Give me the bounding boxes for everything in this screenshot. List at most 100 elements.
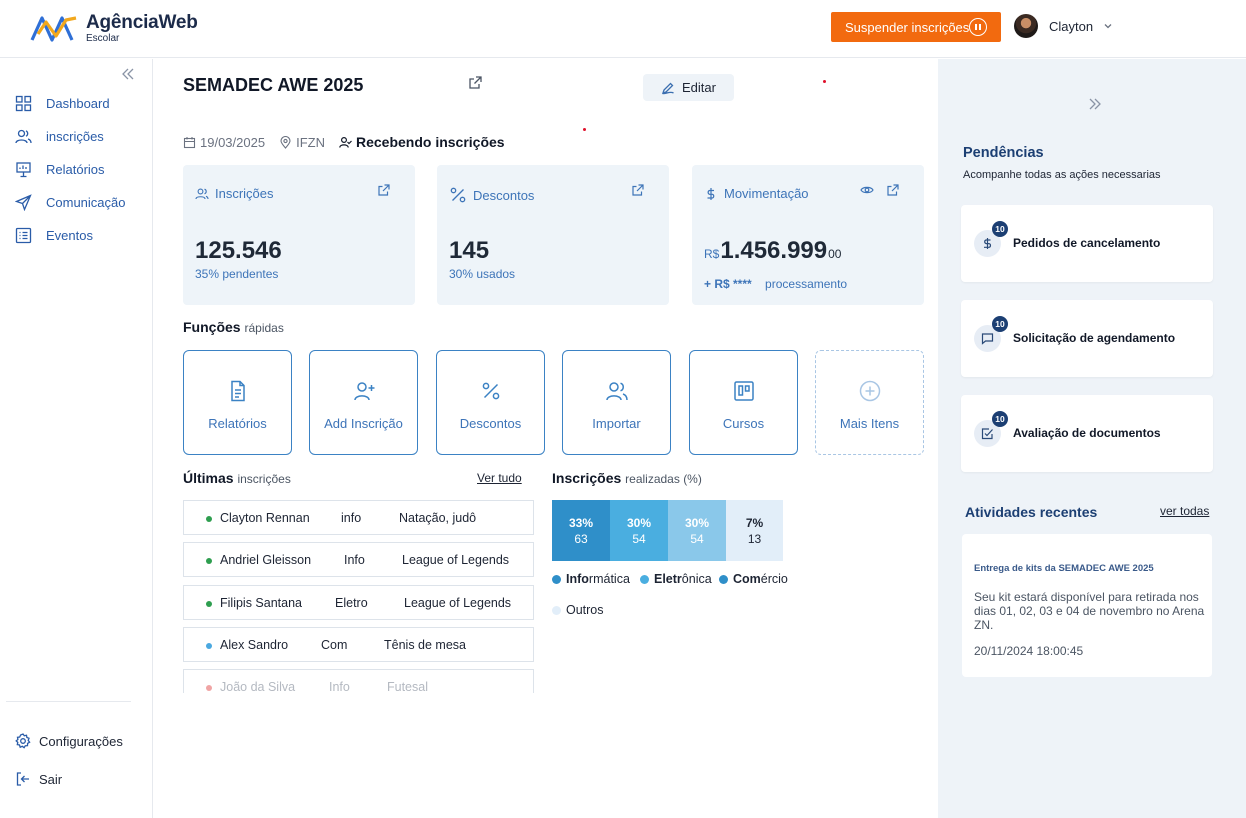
recent-inscriptions-title: Últimas inscrições bbox=[183, 470, 291, 486]
external-link-icon[interactable] bbox=[377, 183, 391, 197]
percent-icon bbox=[450, 187, 466, 203]
section-title-rest: rápidas bbox=[244, 321, 284, 335]
quick-action-importar[interactable]: Importar bbox=[562, 350, 671, 455]
quick-action-add-inscricao[interactable]: Add Inscrição bbox=[309, 350, 418, 455]
pending-item-label: Pedidos de cancelamento bbox=[1013, 236, 1161, 250]
row-activities: Futesal bbox=[387, 680, 428, 694]
sidebar-item-configuracoes[interactable]: Configurações bbox=[15, 731, 123, 751]
quick-action-relatorios[interactable]: Relatórios bbox=[183, 350, 292, 455]
sidebar-item-comunicacao[interactable]: Comunicação bbox=[15, 192, 126, 212]
row-name: Alex Sandro bbox=[220, 638, 289, 652]
sidebar-item-label: Dashboard bbox=[46, 95, 110, 111]
row-course: Com bbox=[321, 638, 348, 652]
stat-value: 145 bbox=[449, 237, 490, 264]
stat-value: 125.546 bbox=[195, 237, 282, 264]
stat-subtext: + R$ **** processamento bbox=[704, 277, 847, 291]
dollar-icon bbox=[707, 187, 715, 200]
section-title-rest: inscrições bbox=[237, 472, 291, 486]
edit-button[interactable]: Editar bbox=[643, 74, 734, 101]
stat-value: R$ 1.456.999 00 bbox=[704, 237, 841, 265]
sidebar-item-inscricoes[interactable]: inscrições bbox=[15, 126, 104, 146]
bar-count-label: 63 bbox=[574, 531, 588, 546]
event-location: IFZN bbox=[296, 134, 325, 150]
pending-item-label: Avaliação de documentos bbox=[1013, 426, 1161, 440]
count-badge: 10 bbox=[992, 411, 1008, 427]
legend-label: ônica bbox=[681, 572, 712, 586]
quick-action-descontos[interactable]: Descontos bbox=[436, 350, 545, 455]
pending-item-cancelamento[interactable]: 10 Pedidos de cancelamento bbox=[961, 205, 1213, 282]
activity-date: 20/11/2024 18:00:45 bbox=[974, 644, 1084, 658]
top-header: AgênciaWeb Escolar Suspender inscrições … bbox=[0, 0, 1246, 58]
marker-dot bbox=[823, 80, 826, 83]
stat-label: Movimentação bbox=[724, 186, 809, 201]
row-name: João da Silva bbox=[220, 680, 296, 694]
event-date: 19/03/2025 bbox=[200, 134, 266, 150]
table-row[interactable]: Filipis Santana Eletro League of Legends bbox=[183, 585, 534, 620]
eye-icon[interactable] bbox=[860, 183, 874, 197]
sidebar-item-eventos[interactable]: Eventos bbox=[15, 225, 93, 245]
legend-item: Outros bbox=[552, 603, 604, 617]
dollar-icon bbox=[984, 238, 991, 249]
activity-body: Seu kit estará disponível para retirada … bbox=[974, 590, 1205, 632]
bar-percent-label: 7% bbox=[745, 515, 764, 530]
calendar-icon bbox=[183, 136, 196, 148]
legend-swatch bbox=[640, 574, 649, 584]
file-text-icon bbox=[231, 380, 245, 402]
table-row[interactable]: Alex Sandro Com Tênis de mesa bbox=[183, 627, 534, 662]
inscriptions-stacked-bar: 33% 63 30% 54 30% 54 7% 13 bbox=[552, 500, 783, 561]
see-all-link[interactable]: Ver tudo bbox=[477, 471, 522, 485]
bar-count-label: 13 bbox=[747, 531, 762, 546]
brand-logo[interactable]: AgênciaWeb Escolar bbox=[30, 12, 198, 44]
table-row[interactable]: João da Silva Info Futesal bbox=[183, 669, 534, 694]
activity-card[interactable]: Entrega de kits da SEMADEC AWE 2025 Seu … bbox=[962, 534, 1212, 677]
bar-percent-label: 33% bbox=[568, 515, 594, 530]
checkbox-icon bbox=[981, 428, 993, 440]
see-all-activities-link[interactable]: ver todas bbox=[1160, 504, 1209, 518]
suspend-label: Suspender inscrições bbox=[845, 19, 970, 35]
marker-dot bbox=[583, 128, 586, 131]
money-cents: 00 bbox=[828, 247, 842, 261]
legend-item: Com ércio bbox=[719, 572, 788, 586]
collapse-sidebar-icon[interactable] bbox=[121, 67, 135, 81]
edit-label: Editar bbox=[682, 80, 716, 95]
expand-panel-icon[interactable] bbox=[1088, 97, 1102, 111]
users-icon bbox=[15, 129, 32, 143]
row-course: info bbox=[341, 511, 362, 525]
pending-item-documentos[interactable]: 10 Avaliação de documentos bbox=[961, 395, 1213, 472]
sidebar-item-dashboard[interactable]: Dashboard bbox=[15, 93, 110, 113]
sidebar-item-relatorios[interactable]: Relatórios bbox=[15, 159, 105, 179]
user-name: Clayton bbox=[1049, 18, 1094, 34]
legend-swatch bbox=[719, 574, 728, 584]
row-name: Clayton Rennan bbox=[220, 511, 310, 525]
legend-swatch bbox=[552, 574, 561, 584]
sidebar-item-label: Sair bbox=[39, 771, 63, 787]
sidebar-item-label: Configurações bbox=[39, 733, 123, 749]
percent-icon bbox=[482, 382, 500, 400]
table-row[interactable]: Clayton Rennan info Natação, judô bbox=[183, 500, 534, 535]
legend-label: ércio bbox=[760, 572, 788, 586]
row-course: Info bbox=[344, 553, 365, 567]
pending-item-agendamento[interactable]: 10 Solicitação de agendamento bbox=[961, 300, 1213, 377]
send-icon bbox=[15, 193, 32, 211]
status-dot bbox=[206, 601, 212, 607]
gear-icon bbox=[15, 733, 31, 749]
table-row[interactable]: Andriel Gleisson Info League of Legends bbox=[183, 542, 534, 577]
sidebar-item-sair[interactable]: Sair bbox=[15, 769, 62, 789]
pending-panel: Pendências Acompanhe todas as ações nece… bbox=[938, 59, 1246, 818]
external-link-icon[interactable] bbox=[886, 183, 900, 197]
count-badge: 10 bbox=[992, 316, 1008, 332]
quick-action-cursos[interactable]: Cursos bbox=[689, 350, 798, 455]
chart-bar-segment: 33% 63 bbox=[552, 500, 610, 561]
sidebar-item-label: inscrições bbox=[46, 128, 104, 144]
logo-mark-icon bbox=[30, 16, 77, 42]
external-link-icon[interactable] bbox=[631, 183, 645, 197]
chart-bar-segment: 7% 13 bbox=[726, 500, 783, 561]
suspend-inscriptions-button[interactable]: Suspender inscrições bbox=[831, 12, 1001, 42]
legend-swatch bbox=[552, 605, 561, 615]
message-icon bbox=[981, 333, 994, 345]
external-link-icon[interactable] bbox=[468, 75, 483, 90]
sidebar-divider bbox=[6, 701, 131, 702]
legend-label-bold: Info bbox=[566, 572, 589, 586]
quick-action-mais-itens[interactable]: Mais Itens bbox=[815, 350, 924, 455]
user-menu[interactable]: Clayton bbox=[1014, 14, 1113, 38]
